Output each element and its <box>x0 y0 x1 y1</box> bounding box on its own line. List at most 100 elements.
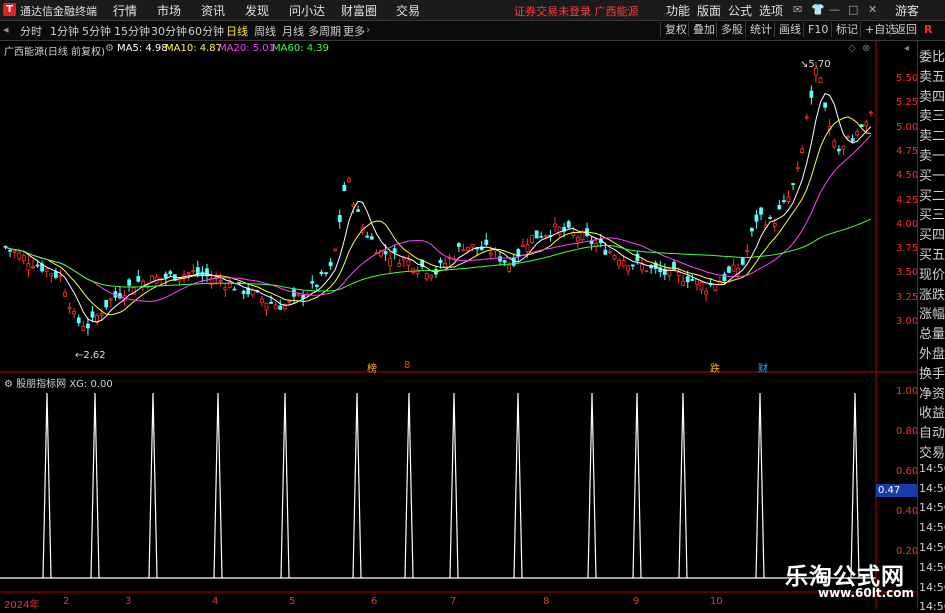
tab-5min[interactable]: 5分钟 <box>82 23 111 39</box>
menu-gongneng[interactable]: 功能 <box>666 2 690 19</box>
quote-panel-item[interactable]: 交易 <box>919 442 945 461</box>
btn-duogu[interactable]: 多股 <box>716 22 747 37</box>
candle-body <box>534 230 539 239</box>
menu-gongshi[interactable]: 公式 <box>728 2 752 19</box>
r-icon[interactable]: R <box>924 23 932 36</box>
minimize-icon[interactable]: — <box>829 3 840 16</box>
btn-fuquan[interactable]: 复权 <box>660 22 691 37</box>
event-die[interactable]: 跌 <box>710 360 720 375</box>
title-bar: T 通达信金融终端 行情 市场 资讯 发现 问小达 财富圈 交易 证券交易未登录… <box>0 0 945 21</box>
candle-body <box>278 305 283 310</box>
tab-15min[interactable]: 15分钟 <box>114 23 150 39</box>
menu-xuanxiang[interactable]: 选项 <box>759 2 783 19</box>
quote-panel-item[interactable]: 14:56 <box>919 541 945 554</box>
login-warning[interactable]: 证券交易未登录 广西能源 <box>514 3 639 19</box>
candle-body <box>191 270 196 273</box>
quote-panel-item[interactable]: 收益 <box>919 402 945 421</box>
quote-panel-item[interactable]: 自动 <box>919 422 945 441</box>
candle-body <box>777 204 782 210</box>
candle-body <box>713 284 718 291</box>
candle-body <box>525 244 530 252</box>
tab-daily[interactable]: 日线 <box>226 23 248 39</box>
tab-weekly[interactable]: 周线 <box>254 23 276 39</box>
btn-huaxian[interactable]: 画线 <box>774 22 805 37</box>
quote-panel-item[interactable]: 涨跌 <box>919 284 945 303</box>
btn-tongji[interactable]: 统计 <box>745 22 776 37</box>
toolbar-expand-icon[interactable]: ◂ <box>3 23 9 36</box>
shirt-icon[interactable]: 👕 <box>811 3 825 16</box>
ind-tick-080: 0.80 <box>896 426 919 437</box>
menu-faxian[interactable]: 发现 <box>245 2 269 19</box>
btn-diejia[interactable]: 叠加 <box>688 22 719 37</box>
quote-panel-item[interactable]: 买五 <box>919 244 945 263</box>
xaxis-10: 10 <box>710 596 723 607</box>
candle-body <box>90 311 95 318</box>
price-tick: 4.00 <box>896 218 919 230</box>
close-icon[interactable]: ✕ <box>868 3 877 16</box>
candle-body <box>443 262 447 268</box>
menu-hangqing[interactable]: 行情 <box>113 2 137 19</box>
quote-panel-item[interactable]: 14:56 <box>919 462 945 475</box>
menu-wenxiaoda[interactable]: 问小达 <box>289 2 325 19</box>
quote-panel-item[interactable]: 卖四 <box>919 86 945 105</box>
tab-30min[interactable]: 30分钟 <box>151 23 187 39</box>
signal-spike <box>632 392 642 579</box>
quote-panel-item[interactable]: 委比 <box>919 46 945 65</box>
quote-panel-item[interactable]: 14:56 <box>919 561 945 574</box>
candle-body <box>324 272 328 275</box>
maximize-icon[interactable]: □ <box>848 3 858 16</box>
ind-tick-040: 0.40 <box>896 506 919 517</box>
candle-body <box>365 235 370 238</box>
candle-body <box>136 276 141 282</box>
candle-body <box>488 252 493 256</box>
btn-back[interactable]: 返回 <box>890 22 921 37</box>
menu-shichang[interactable]: 市场 <box>157 2 181 19</box>
candle-body <box>223 287 228 290</box>
menu-zixun[interactable]: 资讯 <box>201 2 225 19</box>
quote-panel-item[interactable]: 净资 <box>919 383 945 402</box>
signal-spike <box>42 392 52 579</box>
tab-1min[interactable]: 1分钟 <box>50 23 79 39</box>
event-cai[interactable]: 财 <box>758 360 768 375</box>
tab-monthly[interactable]: 月线 <box>282 23 304 39</box>
menu-jiaoyi[interactable]: 交易 <box>396 2 420 19</box>
event-8[interactable]: 8 <box>404 360 410 371</box>
candle-body <box>250 289 255 296</box>
quote-panel-item[interactable]: 卖三 <box>919 105 945 124</box>
btn-f10[interactable]: F10 <box>803 22 832 37</box>
tab-multi-period[interactable]: 多周期 <box>308 23 341 39</box>
quote-panel-item[interactable]: 买二 <box>919 185 945 204</box>
candle-body <box>630 264 635 267</box>
quote-panel-item[interactable]: 14:56 <box>919 482 945 495</box>
xaxis-5: 5 <box>289 596 296 607</box>
quote-panel-item[interactable]: 14:56 <box>919 501 945 514</box>
quote-panel-item[interactable]: 14:56 <box>919 581 945 594</box>
quote-panel-item[interactable]: 14:56 <box>919 600 945 613</box>
xaxis-9: 9 <box>633 596 640 607</box>
quote-panel-item[interactable]: 外盘 <box>919 343 945 362</box>
quote-panel-item[interactable]: 总量 <box>919 323 945 342</box>
quote-panel-item[interactable]: 买四 <box>919 224 945 243</box>
more-chevron-icon[interactable]: › <box>366 23 370 36</box>
candle-body <box>681 280 686 286</box>
quote-panel-item[interactable]: 现价 <box>919 264 945 283</box>
tab-60min[interactable]: 60分钟 <box>188 23 224 39</box>
quote-panel-item[interactable]: 换手 <box>919 363 945 382</box>
tab-more[interactable]: 更多 <box>343 23 365 39</box>
signal-spike <box>352 392 362 579</box>
xaxis-6: 6 <box>371 596 378 607</box>
user-label[interactable]: 游客 <box>895 2 919 19</box>
quote-panel-item[interactable]: 14:56 <box>919 521 945 534</box>
menu-banmian[interactable]: 版面 <box>697 2 721 19</box>
menu-caifuquan[interactable]: 财富圈 <box>341 2 377 19</box>
btn-biaoji[interactable]: 标记 <box>831 22 862 37</box>
quote-panel-item[interactable]: 买三 <box>919 204 945 223</box>
envelope-icon[interactable]: ✉ <box>793 3 802 16</box>
tab-fenshi[interactable]: 分时 <box>20 23 42 39</box>
quote-panel-item[interactable]: 买一 <box>919 165 945 184</box>
quote-panel-item[interactable]: 卖一 <box>919 145 945 164</box>
quote-panel-item[interactable]: 卖二 <box>919 125 945 144</box>
event-bang[interactable]: 榜 <box>367 360 377 375</box>
quote-panel-item[interactable]: 卖五 <box>919 66 945 85</box>
quote-panel-item[interactable]: 涨幅 <box>919 303 945 322</box>
